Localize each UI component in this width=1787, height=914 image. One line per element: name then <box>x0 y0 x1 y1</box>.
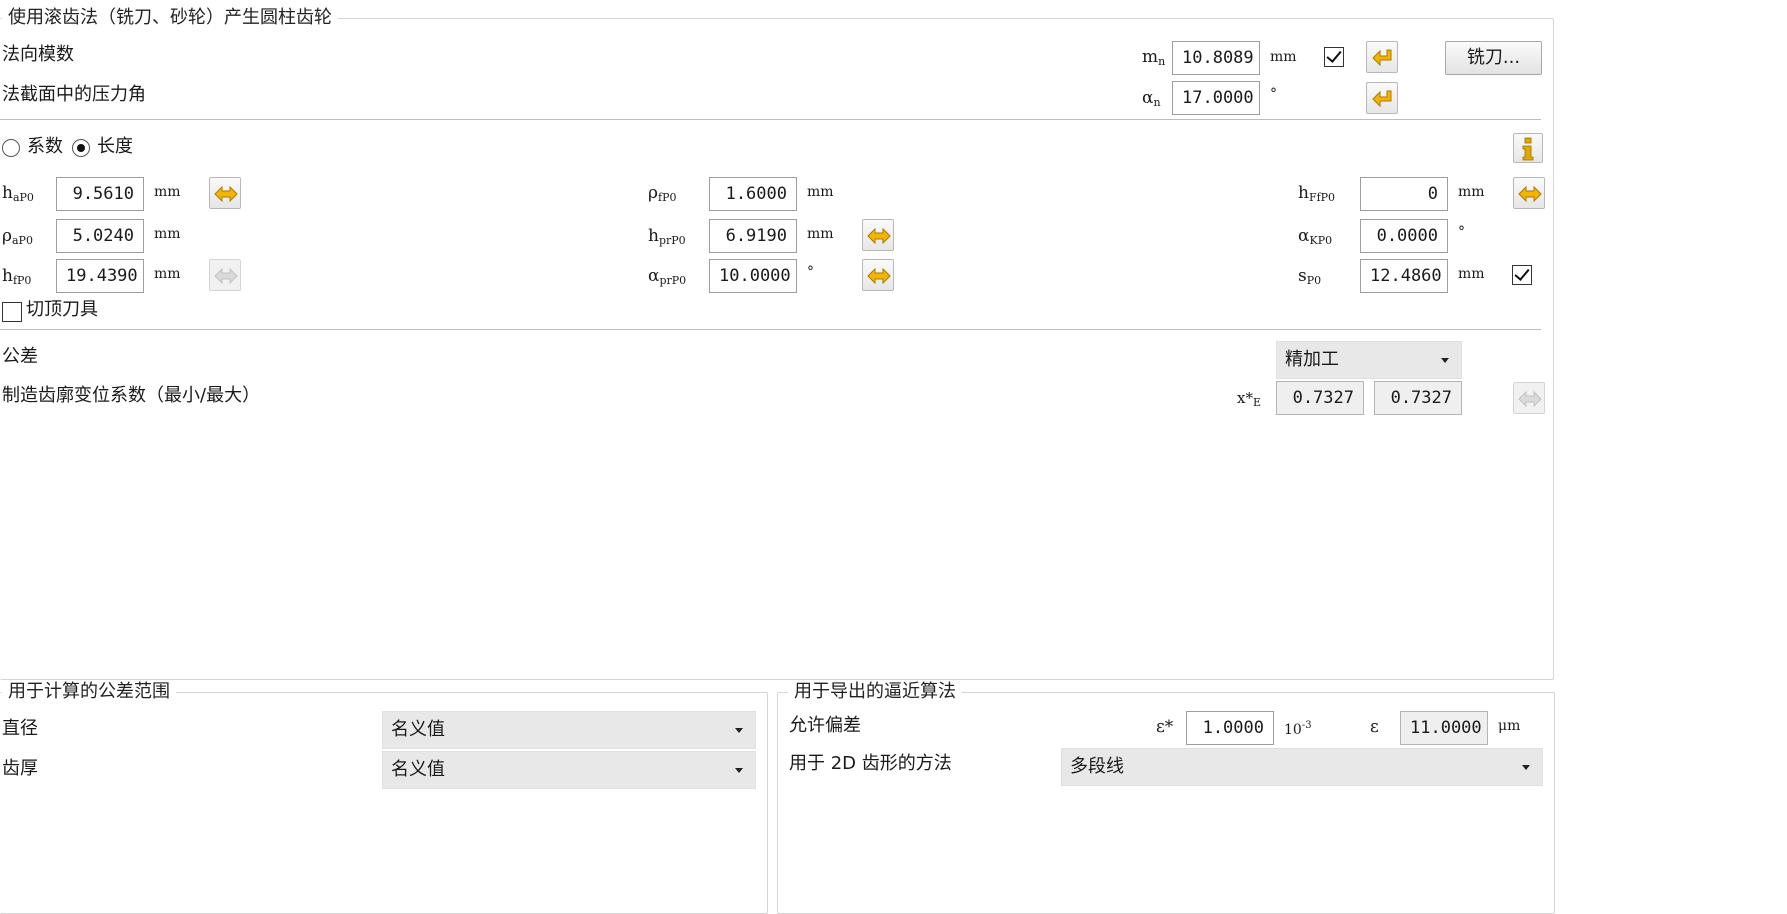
return-arrow-icon <box>1372 90 1392 107</box>
tolerance-dropdown[interactable]: 精加工 <box>1276 341 1462 379</box>
hfP0-input[interactable]: 19.4390 <box>56 259 144 293</box>
chevron-down-icon <box>735 728 743 733</box>
double-arrow-icon <box>1518 186 1542 202</box>
alphaprP0-unit: ° <box>807 264 814 280</box>
alphaprP0-toggle-button[interactable] <box>862 259 894 291</box>
pressure-angle-symbol: αn <box>1142 88 1161 109</box>
method-2d-label: 用于 2D 齿形的方法 <box>789 753 952 774</box>
alphaprP0-symbol: αprP0 <box>648 266 687 287</box>
hprP0-unit: mm <box>807 226 834 242</box>
length-radio[interactable] <box>72 139 90 157</box>
pressure-angle-label: 法截面中的压力角 <box>2 84 146 105</box>
pressure-angle-apply-button[interactable] <box>1366 82 1398 114</box>
rhofP0-symbol: ρfP0 <box>648 183 677 204</box>
epsilon-star-input[interactable]: 1.0000 <box>1186 711 1274 745</box>
hfP0-unit: mm <box>154 266 181 282</box>
hprP0-toggle-button[interactable] <box>862 219 894 251</box>
coefficient-radio-label: 系数 <box>27 136 63 157</box>
topping-tool-label: 切顶刀具 <box>26 299 98 320</box>
deviation-label: 允许偏差 <box>789 715 861 736</box>
hFfP0-toggle-button[interactable] <box>1513 177 1545 209</box>
haP0-unit: mm <box>154 184 181 200</box>
normal-module-checkbox[interactable] <box>1324 47 1344 67</box>
chevron-down-icon <box>1522 765 1530 770</box>
rhofP0-input[interactable]: 1.6000 <box>709 177 797 211</box>
coefficient-radio[interactable] <box>2 139 20 157</box>
method-2d-value: 多段线 <box>1070 756 1124 777</box>
profile-shift-symbol: x*E <box>1237 389 1261 409</box>
pressure-angle-unit: ° <box>1270 86 1277 102</box>
normal-module-apply-button[interactable] <box>1366 41 1398 73</box>
return-arrow-icon <box>1372 49 1392 66</box>
hFfP0-symbol: hFfP0 <box>1298 183 1336 204</box>
hfP0-toggle-button[interactable] <box>209 259 241 291</box>
hFfP0-input[interactable]: 0 <box>1360 177 1448 211</box>
hprP0-symbol: hprP0 <box>648 226 686 247</box>
rhoaP0-unit: mm <box>154 226 181 242</box>
alphaKP0-unit: ° <box>1458 224 1465 240</box>
profile-shift-label: 制造齿廓变位系数（最小/最大） <box>2 385 261 406</box>
rhoaP0-input[interactable]: 5.0240 <box>56 219 144 253</box>
chevron-down-icon <box>735 768 743 773</box>
rhoaP0-symbol: ρaP0 <box>2 226 33 247</box>
topping-tool-checkbox[interactable] <box>2 302 22 322</box>
profile-shift-max-input[interactable]: 0.7327 <box>1374 381 1462 415</box>
double-arrow-icon <box>867 268 891 284</box>
divider <box>0 119 1541 120</box>
hFfP0-unit: mm <box>1458 184 1485 200</box>
normal-module-label: 法向模数 <box>2 44 74 65</box>
double-arrow-icon <box>214 268 238 284</box>
cutter-button[interactable]: 铣刀... <box>1445 41 1542 75</box>
normal-module-input[interactable]: 10.8089 <box>1172 41 1260 75</box>
haP0-toggle-button[interactable] <box>209 177 241 209</box>
profile-shift-min-input[interactable]: 0.7327 <box>1276 381 1364 415</box>
epsilon-input[interactable]: 11.0000 <box>1400 711 1488 745</box>
method-2d-dropdown[interactable]: 多段线 <box>1061 748 1543 786</box>
rhofP0-unit: mm <box>807 184 834 200</box>
info-button[interactable] <box>1513 133 1543 163</box>
pressure-angle-input[interactable]: 17.0000 <box>1172 81 1260 115</box>
calc-tolerance-group-title: 用于计算的公差范围 <box>2 681 176 703</box>
epsilon-symbol: ε <box>1370 717 1379 737</box>
approximation-group-title: 用于导出的逼近算法 <box>788 681 962 703</box>
profile-shift-toggle-button[interactable] <box>1513 382 1545 414</box>
alphaKP0-symbol: αKP0 <box>1298 226 1333 247</box>
sP0-symbol: sP0 <box>1298 266 1322 287</box>
diameter-value: 名义值 <box>391 719 445 740</box>
tolerance-label: 公差 <box>2 346 38 367</box>
thickness-value: 名义值 <box>391 759 445 780</box>
chevron-down-icon <box>1441 358 1449 363</box>
sP0-checkbox[interactable] <box>1512 265 1532 285</box>
sP0-unit: mm <box>1458 266 1485 282</box>
normal-module-unit: mm <box>1270 49 1297 65</box>
haP0-symbol: haP0 <box>2 183 34 204</box>
diameter-label: 直径 <box>2 718 38 739</box>
divider <box>0 329 1541 330</box>
haP0-input[interactable]: 9.5610 <box>56 177 144 211</box>
info-icon <box>1522 137 1534 161</box>
thickness-label: 齿厚 <box>2 758 38 779</box>
alphaKP0-input[interactable]: 0.0000 <box>1360 219 1448 253</box>
diameter-dropdown[interactable]: 名义值 <box>382 711 756 749</box>
hfP0-symbol: hfP0 <box>2 266 32 287</box>
thickness-dropdown[interactable]: 名义值 <box>382 751 756 789</box>
length-radio-label: 长度 <box>97 136 133 157</box>
epsilon-unit: μm <box>1498 718 1521 734</box>
double-arrow-icon <box>214 186 238 202</box>
normal-module-symbol: mn <box>1142 47 1166 68</box>
double-arrow-icon <box>1518 391 1542 407</box>
double-arrow-icon <box>867 228 891 244</box>
hprP0-input[interactable]: 6.9190 <box>709 219 797 253</box>
epsilon-star-unit: 10-3 <box>1284 720 1312 738</box>
gear-generation-group-title: 使用滚齿法（铣刀、砂轮）产生圆柱齿轮 <box>2 7 338 29</box>
epsilon-star-symbol: ε* <box>1156 717 1174 737</box>
tolerance-value: 精加工 <box>1285 349 1339 370</box>
alphaprP0-input[interactable]: 10.0000 <box>709 259 797 293</box>
sP0-input[interactable]: 12.4860 <box>1360 259 1448 293</box>
